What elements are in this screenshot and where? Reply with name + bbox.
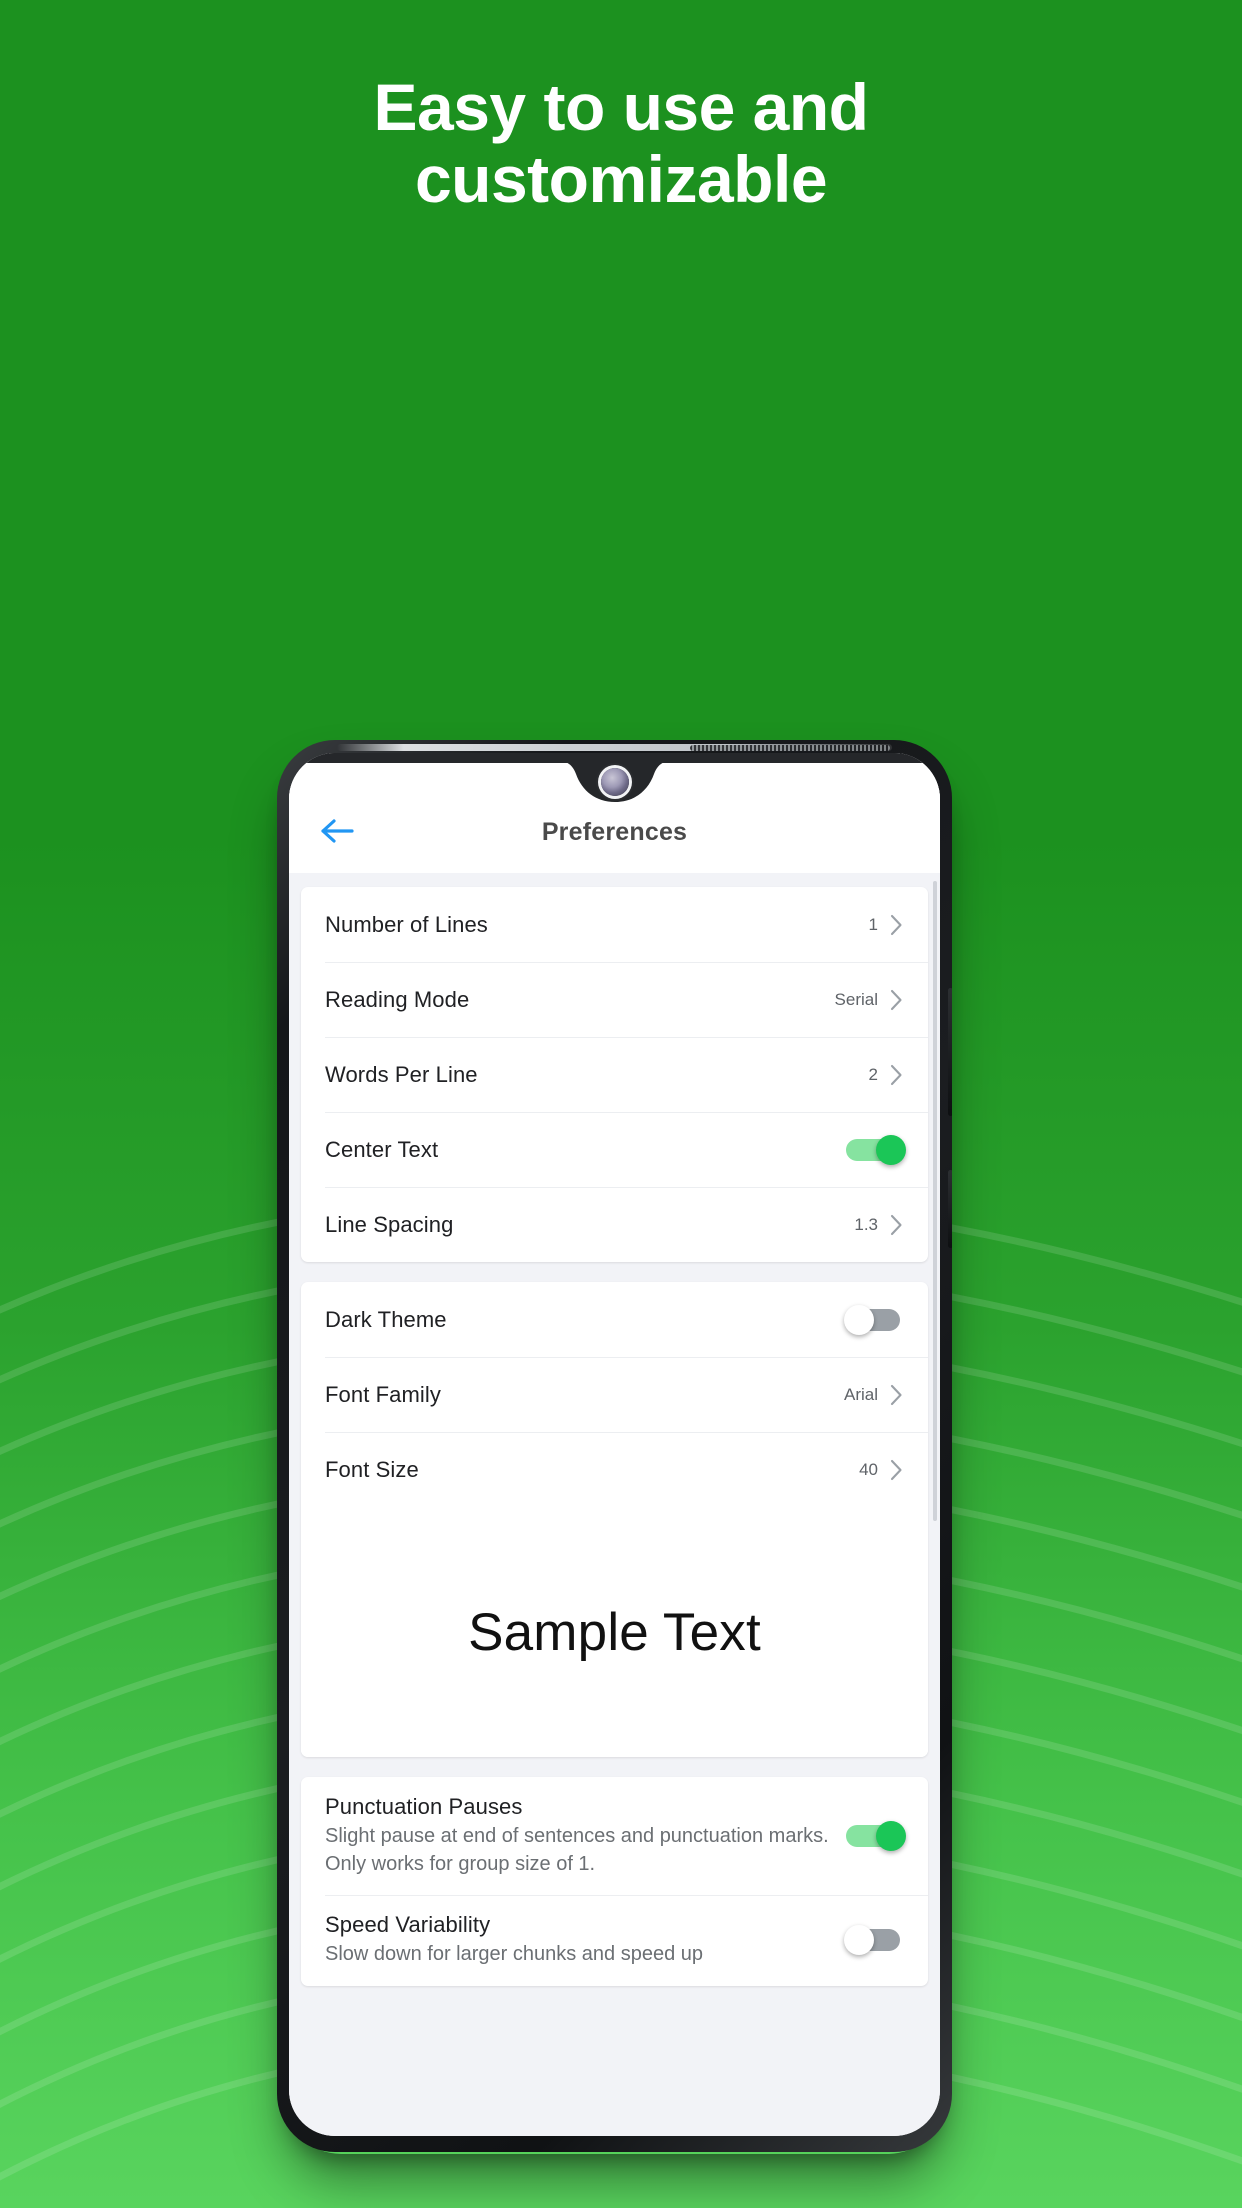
setting-label: Speed Variability xyxy=(325,1912,491,1938)
setting-row-font-size[interactable]: Font Size 40 xyxy=(301,1432,928,1507)
setting-text-block: Punctuation Pauses Slight pause at end o… xyxy=(325,1794,846,1878)
settings-card-appearance: Dark Theme Font Family Arial Font Size 4… xyxy=(301,1282,928,1757)
setting-row-number-of-lines[interactable]: Number of Lines 1 xyxy=(301,887,928,962)
toggle-holder xyxy=(846,1821,906,1852)
setting-row-font-family[interactable]: Font Family Arial xyxy=(301,1357,928,1432)
volume-button[interactable] xyxy=(948,988,952,1116)
speed-variability-toggle[interactable] xyxy=(844,1925,904,1956)
preferences-scroll-area[interactable]: Number of Lines 1 Reading Mode Serial Wo… xyxy=(289,873,940,2136)
setting-row-speed-variability[interactable]: Speed Variability Slow down for larger c… xyxy=(301,1895,928,1986)
page-title: Preferences xyxy=(541,818,688,846)
setting-value: 1 xyxy=(868,914,878,934)
earpiece-speaker xyxy=(690,745,890,751)
phone-frame: Preferences Number of Lines 1 Reading Mo… xyxy=(277,740,952,2152)
toggle-holder xyxy=(844,1925,904,1956)
chevron-right-icon xyxy=(889,913,904,937)
chevron-right-icon xyxy=(889,1383,904,1407)
setting-label: Font Size xyxy=(325,1456,419,1482)
setting-row-punctuation-pauses[interactable]: Punctuation Pauses Slight pause at end o… xyxy=(301,1777,928,1895)
setting-row-line-spacing[interactable]: Line Spacing 1.3 xyxy=(301,1187,928,1262)
setting-description: Slight pause at end of sentences and pun… xyxy=(325,1825,829,1875)
punctuation-pauses-toggle[interactable] xyxy=(846,1821,906,1852)
chevron-right-icon xyxy=(889,1458,904,1482)
setting-row-dark-theme[interactable]: Dark Theme xyxy=(301,1282,928,1357)
setting-description: Slow down for larger chunks and speed up xyxy=(325,1943,704,1966)
scrollbar-thumb[interactable] xyxy=(933,881,937,1521)
setting-value: Arial xyxy=(843,1384,878,1404)
setting-label: Center Text xyxy=(325,1136,439,1162)
settings-card-reading: Number of Lines 1 Reading Mode Serial Wo… xyxy=(301,887,928,1262)
settings-card-timing: Punctuation Pauses Slight pause at end o… xyxy=(301,1777,928,1986)
setting-label: Reading Mode xyxy=(325,986,470,1012)
preferences-screen: Preferences Number of Lines 1 Reading Mo… xyxy=(289,753,940,2136)
setting-row-reading-mode[interactable]: Reading Mode Serial xyxy=(301,962,928,1037)
center-text-toggle[interactable] xyxy=(846,1134,906,1165)
promo-headline: Easy to use and customizable xyxy=(0,70,1242,216)
setting-value: 40 xyxy=(859,1459,878,1479)
setting-label: Dark Theme xyxy=(325,1306,447,1332)
setting-label: Font Family xyxy=(325,1381,442,1407)
chevron-right-icon xyxy=(889,988,904,1012)
setting-label: Words Per Line xyxy=(325,1061,478,1087)
phone-mockup: Preferences Number of Lines 1 Reading Mo… xyxy=(277,740,952,2160)
setting-label: Punctuation Pauses xyxy=(325,1794,523,1819)
dark-theme-toggle[interactable] xyxy=(844,1304,904,1335)
toggle-thumb xyxy=(876,1821,906,1852)
app-bar: Preferences xyxy=(289,753,940,873)
font-preview-panel: Sample Text xyxy=(301,1507,928,1757)
chevron-right-icon xyxy=(889,1063,904,1087)
setting-row-center-text[interactable]: Center Text xyxy=(301,1112,928,1187)
setting-label: Line Spacing xyxy=(325,1211,454,1237)
setting-value: 1.3 xyxy=(854,1214,878,1234)
setting-row-words-per-line[interactable]: Words Per Line 2 xyxy=(301,1037,928,1112)
power-button[interactable] xyxy=(948,1170,952,1248)
phone-screen: Preferences Number of Lines 1 Reading Mo… xyxy=(289,753,940,2136)
setting-value: Serial xyxy=(834,989,878,1009)
toggle-thumb xyxy=(876,1134,906,1165)
headline-line-2: customizable xyxy=(414,141,828,216)
toggle-thumb xyxy=(844,1304,874,1335)
sample-text: Sample Text xyxy=(468,1602,761,1662)
setting-value: 2 xyxy=(868,1064,878,1084)
headline-line-1: Easy to use and xyxy=(373,70,869,144)
setting-text-block: Speed Variability Slow down for larger c… xyxy=(325,1912,846,1969)
chevron-right-icon xyxy=(889,1213,904,1237)
setting-label: Number of Lines xyxy=(325,911,488,937)
